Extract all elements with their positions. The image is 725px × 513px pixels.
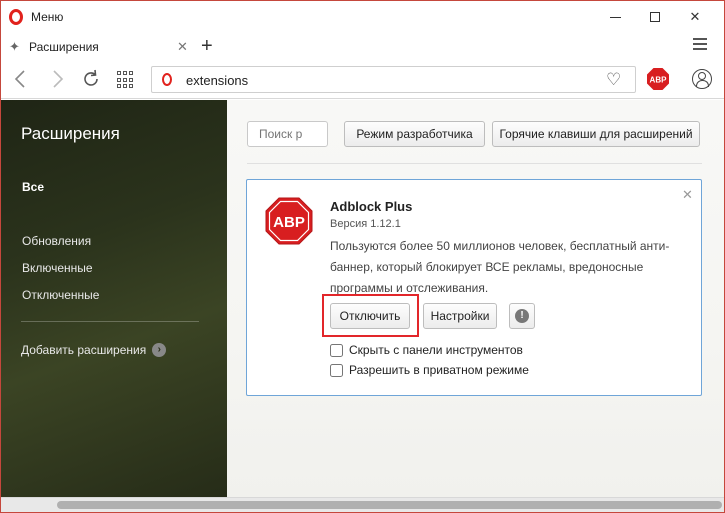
add-extensions-link[interactable]: Добавить расширения › — [21, 343, 167, 357]
extension-version: Версия 1.12.1 — [330, 218, 401, 230]
reload-button[interactable] — [79, 67, 103, 91]
content-area: Расширения Все Обновления Включенные Отк… — [1, 100, 724, 497]
info-button[interactable]: ! — [509, 303, 535, 329]
search-field[interactable] — [247, 121, 328, 147]
hide-toolbar-option[interactable]: Скрыть с панели инструментов — [330, 343, 523, 357]
back-arrow-icon — [14, 70, 25, 88]
navigation-toolbar: extensions ♡ ABP — [1, 61, 724, 99]
sidebar-title: Расширения — [21, 124, 120, 143]
extensions-main: Режим разработчика Горячие клавиши для р… — [227, 100, 724, 497]
arrow-right-icon: › — [152, 343, 167, 357]
maximize-button[interactable] — [637, 5, 673, 29]
extension-card-adblock-plus: ✕ ABP Adblock Plus Версия 1.12.1 Пользую… — [246, 179, 702, 396]
puzzle-icon: ✦ — [9, 39, 20, 54]
minimize-icon — [609, 16, 621, 18]
horizontal-scrollbar[interactable] — [1, 497, 724, 512]
hide-toolbar-label: Скрыть с панели инструментов — [349, 343, 523, 357]
hotkeys-button[interactable]: Горячие клавиши для расширений — [492, 121, 700, 147]
new-tab-button[interactable]: + — [201, 35, 213, 57]
main-divider — [247, 163, 702, 164]
disable-button[interactable]: Отключить — [330, 303, 410, 329]
tab-extensions[interactable]: ✦ Расширения ✕ — [5, 33, 195, 61]
sidebar: Расширения Все Обновления Включенные Отк… — [1, 100, 227, 497]
opera-logo-icon[interactable] — [9, 9, 23, 25]
extension-description: Пользуются более 50 миллионов человек, б… — [330, 239, 670, 295]
remove-extension-icon[interactable]: ✕ — [682, 187, 693, 203]
tab-strip: ✦ Расширения ✕ + — [1, 33, 724, 61]
reload-icon — [84, 69, 98, 86]
close-window-button[interactable]: ✕ — [677, 5, 713, 29]
minimize-button[interactable] — [597, 5, 633, 29]
settings-button[interactable]: Настройки — [423, 303, 497, 329]
private-mode-option[interactable]: Разрешить в приватном режиме — [330, 363, 529, 377]
tab-title: Расширения — [29, 40, 99, 54]
url-text[interactable]: extensions — [186, 73, 248, 88]
browser-window: Меню ✕ ✦ Расширения ✕ + extensions ♡ ABP… — [0, 0, 725, 513]
abp-logo-icon: ABP — [265, 197, 313, 245]
forward-button[interactable] — [45, 67, 69, 91]
close-icon: ✕ — [689, 9, 701, 24]
hide-toolbar-checkbox[interactable] — [330, 343, 343, 357]
title-bar: Меню ✕ — [1, 1, 724, 33]
search-input[interactable] — [248, 122, 327, 146]
private-mode-label: Разрешить в приватном режиме — [349, 363, 529, 377]
tab-close-icon[interactable]: ✕ — [177, 39, 188, 55]
scrollbar-thumb[interactable] — [57, 501, 722, 509]
developer-mode-button[interactable]: Режим разработчика — [344, 121, 485, 147]
menu-label[interactable]: Меню — [31, 10, 63, 24]
svg-text:ABP: ABP — [273, 214, 305, 231]
opera-page-icon — [162, 73, 172, 86]
address-bar[interactable]: extensions ♡ — [151, 66, 636, 93]
sidebar-item-all[interactable]: Все — [22, 180, 44, 194]
abp-toolbar-icon[interactable]: ABP — [647, 68, 669, 90]
account-icon[interactable] — [692, 69, 712, 89]
svg-text:ABP: ABP — [650, 76, 668, 85]
heart-icon[interactable]: ♡ — [606, 70, 621, 90]
tab-menu-icon[interactable] — [693, 38, 707, 53]
speed-dial-icon[interactable] — [117, 71, 135, 89]
info-icon: ! — [515, 309, 529, 323]
private-mode-checkbox[interactable] — [330, 363, 343, 377]
sidebar-divider — [21, 321, 199, 322]
maximize-icon — [650, 12, 660, 22]
sidebar-item-enabled[interactable]: Включенные — [22, 261, 93, 275]
add-extensions-label: Добавить расширения — [21, 343, 147, 357]
forward-arrow-icon — [53, 70, 64, 88]
sidebar-item-updates[interactable]: Обновления — [22, 234, 91, 248]
extension-name: Adblock Plus — [330, 199, 413, 214]
sidebar-item-disabled[interactable]: Отключенные — [22, 288, 99, 302]
back-button[interactable] — [9, 67, 33, 91]
